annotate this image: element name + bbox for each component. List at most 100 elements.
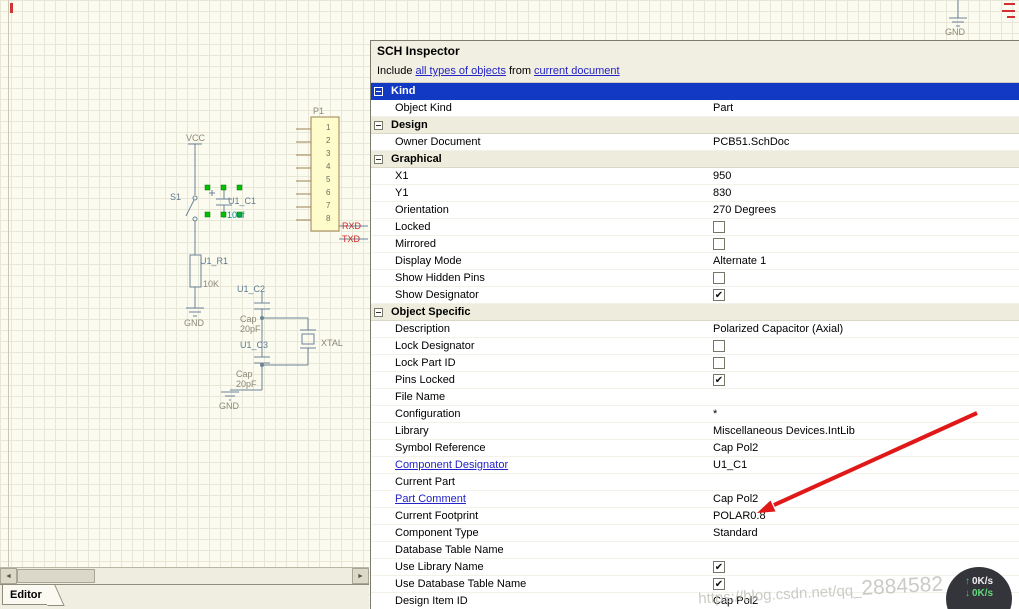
property-label: Configuration [395,408,461,420]
section-label: Graphical [391,153,442,165]
checkbox[interactable]: ✔ [713,374,725,387]
property-row-show-designator: Show Designator ✔ [371,287,1019,304]
property-value[interactable]: Polarized Capacitor (Axial) [713,323,1019,335]
property-label: Show Designator [395,289,479,301]
property-value[interactable] [713,357,1019,370]
download-speed: ↓ 0K/s [965,588,993,600]
property-row-lock-designator: Lock Designator [371,338,1019,355]
panel-title: SCH Inspector [377,44,460,58]
collapse-icon[interactable] [374,154,383,164]
section-header-graphical[interactable]: Graphical [371,151,1019,168]
property-value[interactable]: ✔ [713,289,1019,302]
property-value[interactable]: * [713,408,1019,420]
document-tab-bar: Editor [0,584,369,609]
tab-editor[interactable]: Editor [2,585,50,605]
property-label: Display Mode [395,255,462,267]
property-value[interactable]: Standard [713,527,1019,539]
property-value[interactable]: Cap Pol2 [713,442,1019,454]
property-value[interactable]: Cap Pol2 [713,493,1019,505]
property-row-library: Library Miscellaneous Devices.IntLib [371,423,1019,440]
altium-schematic-window: VCC S1 U1_C1 10uf P1 RXD TXD U1_R1 10K GND U1_C2 Ca… [0,0,1019,609]
property-value[interactable]: U1_C1 [713,459,1019,471]
property-row-show-hidden-pins: Show Hidden Pins [371,270,1019,287]
scroll-left-button[interactable]: ◄ [0,568,17,584]
pin-number: 3 [326,149,331,158]
horizontal-scrollbar[interactable]: ◄ ► [0,567,369,584]
sch-inspector-panel: SCH Inspector Include all types of object… [370,40,1019,609]
property-row-component-designator: Component Designator U1_C1 [371,457,1019,474]
upload-speed: ↑ 0K/s [965,576,993,588]
section-header-kind[interactable]: Kind [371,83,1019,100]
property-value[interactable]: PCB51.SchDoc [713,136,1019,148]
checkbox[interactable] [713,357,725,370]
upload-speed-value: 0K/s [971,576,994,587]
property-label: Mirrored [395,238,436,250]
property-link-label[interactable]: Part Comment [371,493,713,505]
property-value[interactable] [713,221,1019,234]
section-header-object-specific[interactable]: Object Specific [371,304,1019,321]
property-label: Owner Document [395,136,481,148]
property-value[interactable]: 830 [713,187,1019,199]
property-row-x1: X1 950 [371,168,1019,185]
scroll-track[interactable] [95,568,352,584]
property-value[interactable] [713,272,1019,285]
include-object-types-link[interactable]: all types of objects [415,65,506,77]
upload-icon: ↑ [964,576,970,587]
red-mark [10,3,13,13]
collapse-icon[interactable] [374,307,383,317]
property-value[interactable]: ✔ [713,374,1019,387]
section-header-design[interactable]: Design [371,117,1019,134]
checkbox[interactable] [713,340,725,353]
checkbox[interactable]: ✔ [713,578,725,591]
include-middle: from [508,65,531,77]
property-label: Description [395,323,451,335]
property-grid: Kind Object Kind Part Design Owner Document P… [371,83,1019,609]
section-label: Object Specific [391,306,471,318]
section-label: Kind [391,85,416,97]
checkbox[interactable] [713,272,725,285]
property-row-owner-document: Owner Document PCB51.SchDoc [371,134,1019,151]
property-label: X1 [395,170,409,182]
property-row-lock-part-id: Lock Part ID [371,355,1019,372]
property-value[interactable]: Alternate 1 [713,255,1019,267]
property-row-use-database-table-name: Use Database Table Name ✔ [371,576,1019,593]
download-icon: ↓ [964,588,970,599]
property-label: Database Table Name [395,544,504,556]
property-row-use-library-name: Use Library Name ✔ [371,559,1019,576]
collapse-icon[interactable] [374,120,383,130]
property-value[interactable] [713,238,1019,251]
checkbox[interactable] [713,238,725,251]
property-value[interactable]: 950 [713,170,1019,182]
checkbox[interactable]: ✔ [713,289,725,302]
property-row-description: Description Polarized Capacitor (Axial) [371,321,1019,338]
property-row-object-kind: Object Kind Part [371,100,1019,117]
property-row-mirrored: Mirrored [371,236,1019,253]
pin-number: 6 [326,188,331,197]
include-scope-link[interactable]: current document [534,65,620,77]
property-label: File Name [395,391,446,403]
collapse-icon[interactable] [374,86,383,96]
checkbox[interactable]: ✔ [713,561,725,574]
pin-number: 2 [326,136,331,145]
section-label: Design [391,119,428,131]
property-label: Locked [395,221,431,233]
property-row-current-part: Current Part [371,474,1019,491]
property-label: Use Database Table Name [395,578,527,590]
scroll-right-button[interactable]: ► [352,568,369,584]
property-label: Y1 [395,187,409,199]
property-row-pins-locked: Pins Locked ✔ [371,372,1019,389]
include-prefix: Include [377,65,413,77]
property-link-label[interactable]: Component Designator [371,459,713,471]
property-row-current-footprint: Current Footprint POLAR0.8 [371,508,1019,525]
pin-number: 5 [326,175,331,184]
property-row-component-type: Component Type Standard [371,525,1019,542]
property-value[interactable] [713,340,1019,353]
property-value[interactable]: Part [713,102,1019,114]
property-value[interactable]: POLAR0.8 [713,510,1019,522]
property-label: Pins Locked [395,374,455,386]
property-value[interactable]: 270 Degrees [713,204,1019,216]
pin-number: 4 [326,162,331,171]
scroll-thumb[interactable] [17,569,95,583]
property-value[interactable]: Miscellaneous Devices.IntLib [713,425,1019,437]
checkbox[interactable] [713,221,725,234]
